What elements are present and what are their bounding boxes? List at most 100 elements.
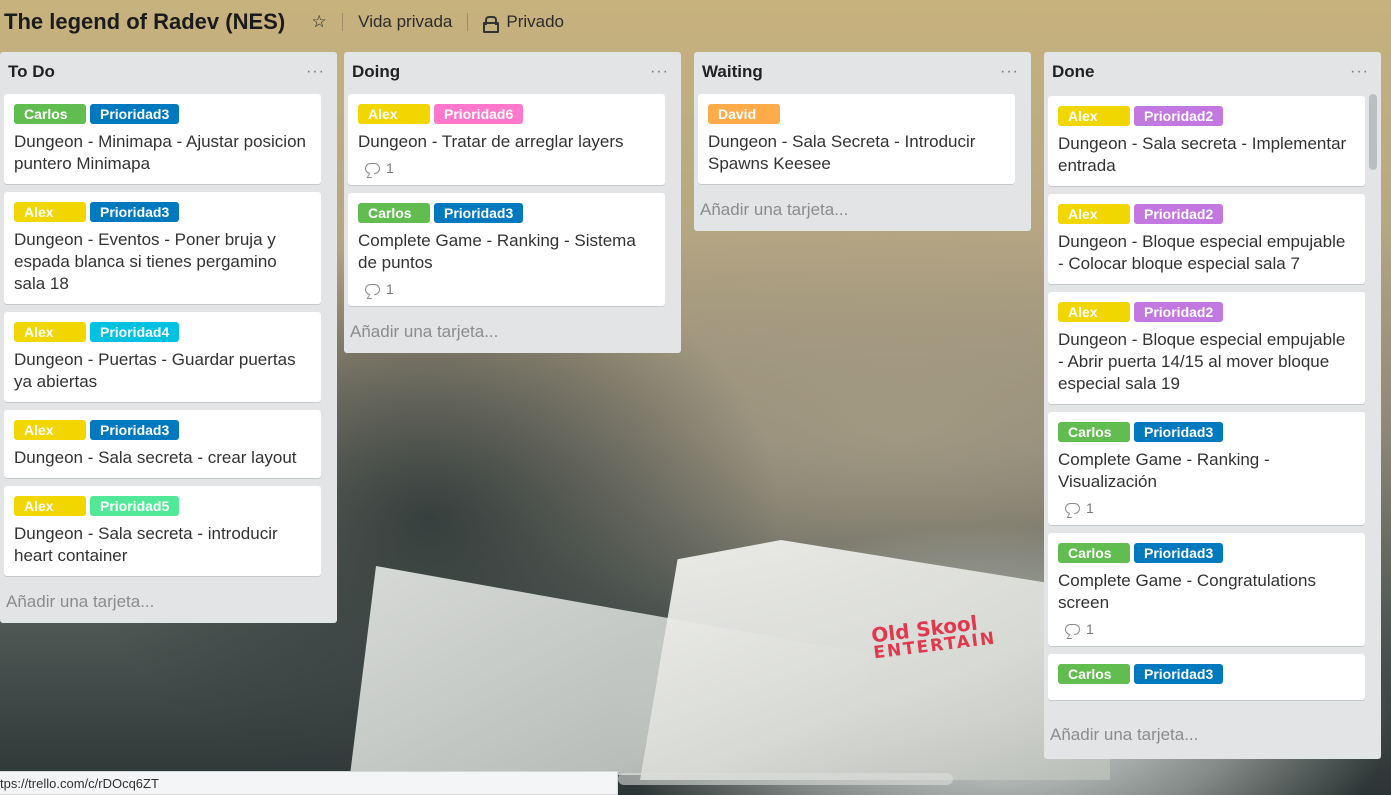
- comment-icon: [365, 283, 380, 295]
- card[interactable]: Alex Prioridad6 Dungeon - Tratar de arregl…: [348, 94, 665, 185]
- list-menu-icon[interactable]: ···: [1000, 64, 1019, 80]
- card-title: Dungeon - Eventos - Poner bruja y espada…: [14, 230, 277, 293]
- visibility-label: Privado: [506, 12, 564, 31]
- card-title: Dungeon - Minimapa - Ajustar posicion pu…: [14, 132, 306, 173]
- list-header: Done ···: [1044, 52, 1381, 92]
- team-visibility-button[interactable]: Vida privada: [358, 12, 452, 32]
- card-label: Prioridad3: [90, 420, 180, 440]
- card-label: Prioridad3: [1134, 664, 1224, 684]
- card-label: Prioridad3: [1134, 543, 1224, 563]
- list-header: Waiting ···: [694, 52, 1031, 92]
- card-label: Prioridad2: [1134, 106, 1224, 126]
- list-to-do: To Do ··· Carlos Prioridad3 Dungeon - Minima…: [0, 52, 337, 623]
- card-label: Alex: [14, 496, 86, 516]
- card-label: Prioridad2: [1134, 302, 1224, 322]
- header-divider: [467, 13, 469, 31]
- list-header: Doing ···: [344, 52, 681, 92]
- done-cards-viewport: Alex Prioridad2 Dungeon - Sala secreta - I…: [1048, 94, 1370, 718]
- card[interactable]: Carlos Prioridad3: [1048, 654, 1365, 700]
- list-title[interactable]: Doing: [352, 62, 400, 82]
- list-header: To Do ···: [0, 52, 337, 92]
- card-label: Prioridad4: [90, 322, 180, 342]
- horizontal-scrollbar[interactable]: [618, 773, 953, 785]
- card-label: Alex: [1058, 106, 1130, 126]
- card-title: Complete Game - Congratulations screen: [1058, 571, 1316, 612]
- card[interactable]: Alex Prioridad2 Dungeon - Sala secreta - I…: [1048, 96, 1365, 186]
- list-scrollbar[interactable]: [1369, 94, 1377, 716]
- card-list: Alex Prioridad2 Dungeon - Sala secreta - I…: [1048, 94, 1370, 700]
- card-label: Carlos: [14, 104, 86, 124]
- list-menu-icon[interactable]: ···: [650, 64, 669, 80]
- card-title: Dungeon - Sala secreta - introducir hear…: [14, 524, 278, 565]
- card-label: David: [708, 104, 780, 124]
- list-title[interactable]: To Do: [8, 62, 55, 82]
- card-labels: David: [708, 104, 1005, 124]
- card-badges: 1: [358, 281, 655, 297]
- card-title: Complete Game - Ranking - Sistema de pun…: [358, 231, 636, 272]
- comment-icon: [1065, 623, 1080, 635]
- card-labels: Alex Prioridad2: [1058, 302, 1355, 322]
- card-labels: Alex Prioridad4: [14, 322, 311, 342]
- board-title[interactable]: The legend of Radev (NES): [4, 9, 285, 35]
- card-label: Prioridad2: [1134, 204, 1224, 224]
- card-list: David Dungeon - Sala Secreta - Introducir…: [694, 92, 1031, 184]
- add-card-button[interactable]: Añadir una tarjeta...: [0, 584, 337, 623]
- list-menu-icon[interactable]: ···: [306, 64, 325, 80]
- card-title: Dungeon - Bloque especial empujable - Ab…: [1058, 330, 1346, 393]
- card-label: Alex: [14, 420, 86, 440]
- add-card-button[interactable]: Añadir una tarjeta...: [694, 192, 1031, 231]
- card-title: Dungeon - Puertas - Guardar puertas ya a…: [14, 350, 296, 391]
- card[interactable]: Alex Prioridad3 Dungeon - Eventos - Poner …: [4, 192, 321, 304]
- add-card-button[interactable]: Añadir una tarjeta...: [344, 314, 681, 353]
- list-menu-icon[interactable]: ···: [1350, 64, 1369, 80]
- card[interactable]: Carlos Prioridad3 Complete Game - Ranking …: [348, 193, 665, 306]
- list-doing: Doing ··· Alex Prioridad6 Dungeon - Tratar d…: [344, 52, 681, 353]
- card[interactable]: Alex Prioridad2 Dungeon - Bloque especial …: [1048, 194, 1365, 284]
- card-label: Carlos: [1058, 422, 1130, 442]
- card[interactable]: Carlos Prioridad3 Dungeon - Minimapa - Aju…: [4, 94, 321, 184]
- card[interactable]: Carlos Prioridad3 Complete Game - Congratu…: [1048, 533, 1365, 646]
- lock-icon: [483, 15, 500, 33]
- card-labels: Carlos Prioridad3: [1058, 422, 1355, 442]
- card-labels: Alex Prioridad6: [358, 104, 655, 124]
- board-header: The legend of Radev (NES) ☆ Vida privada…: [0, 0, 1391, 44]
- list-title[interactable]: Waiting: [702, 62, 763, 82]
- add-card-button[interactable]: Añadir una tarjeta...: [1050, 725, 1198, 745]
- card-label: Prioridad3: [434, 203, 524, 223]
- card-title: Dungeon - Tratar de arreglar layers: [358, 132, 624, 151]
- card-title: Dungeon - Sala secreta - Implementar ent…: [1058, 134, 1347, 175]
- card-label: Prioridad3: [90, 104, 180, 124]
- card-list: Alex Prioridad6 Dungeon - Tratar de arregl…: [344, 92, 681, 306]
- card-labels: Alex Prioridad2: [1058, 204, 1355, 224]
- card-label: Alex: [358, 104, 430, 124]
- card-label: Prioridad6: [434, 104, 524, 124]
- card-badges: 1: [1058, 621, 1355, 637]
- card-label: Alex: [1058, 204, 1130, 224]
- card-label: Carlos: [1058, 543, 1130, 563]
- card-label: Carlos: [358, 203, 430, 223]
- card[interactable]: Alex Prioridad5 Dungeon - Sala secreta - i…: [4, 486, 321, 576]
- comment-count: 1: [1086, 621, 1094, 637]
- card-labels: Alex Prioridad2: [1058, 106, 1355, 126]
- card-title: Dungeon - Sala Secreta - Introducir Spaw…: [708, 132, 976, 173]
- card-list: Carlos Prioridad3 Dungeon - Minimapa - Aju…: [0, 92, 337, 576]
- visibility-button[interactable]: Privado: [483, 12, 564, 33]
- status-bar-url: tps://trello.com/c/rDOcq6ZT: [0, 771, 618, 795]
- comment-icon: [1065, 502, 1080, 514]
- list-scrollbar-thumb[interactable]: [1369, 94, 1377, 170]
- card-badges: 1: [1058, 500, 1355, 516]
- comment-icon: [365, 162, 380, 174]
- star-icon[interactable]: ☆: [311, 12, 327, 32]
- comment-count: 1: [1086, 500, 1094, 516]
- card[interactable]: Carlos Prioridad3 Complete Game - Ranking …: [1048, 412, 1365, 525]
- card-labels: Carlos Prioridad3: [14, 104, 311, 124]
- card-label: Alex: [14, 202, 86, 222]
- card[interactable]: Alex Prioridad2 Dungeon - Bloque especial …: [1048, 292, 1365, 404]
- card[interactable]: Alex Prioridad4 Dungeon - Puertas - Guarda…: [4, 312, 321, 402]
- list-done: Done ··· Alex Prioridad2 Dungeon - Sala secr…: [1044, 52, 1381, 759]
- card[interactable]: Alex Prioridad3 Dungeon - Sala secreta - c…: [4, 410, 321, 478]
- comment-count: 1: [386, 160, 394, 176]
- card[interactable]: David Dungeon - Sala Secreta - Introducir…: [698, 94, 1015, 184]
- card-labels: Alex Prioridad3: [14, 202, 311, 222]
- list-title[interactable]: Done: [1052, 62, 1095, 82]
